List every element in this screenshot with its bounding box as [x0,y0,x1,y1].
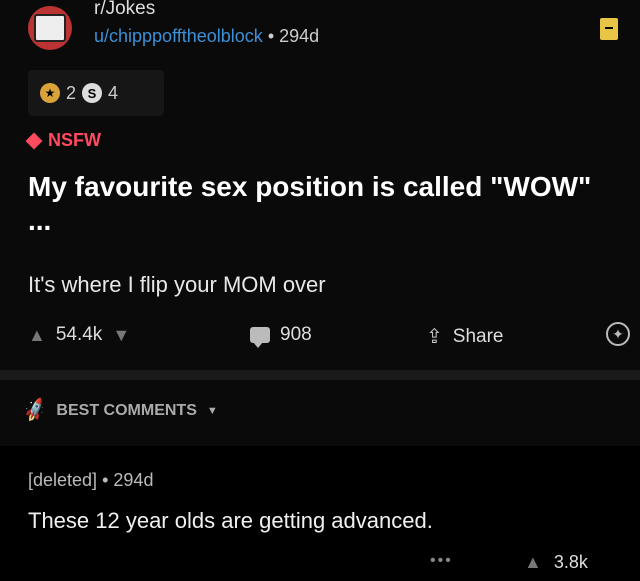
comment-upvote-count: 3.8k [553,552,588,572]
share-label: Share [452,325,504,347]
nsfw-label: NSFW [48,130,101,150]
award-count: 4 [108,82,119,103]
post-title: My favourite sex position is called "WOW… [28,171,592,236]
give-award-icon[interactable]: ✦ [606,322,630,346]
share-icon: ⇪ [426,326,443,348]
post-actions: ▲ 54.4k ▼ 908 ⇪ Share ✦ [28,320,630,356]
post-author[interactable]: u/chipppofftheolblock [94,26,263,46]
meta-separator: • [102,470,109,490]
avatar-face-icon [34,14,66,42]
nsfw-diamond-icon [25,132,43,149]
post-body: It's where I flip your MOM over [28,272,326,297]
subreddit-name[interactable]: r/Jokes [94,0,155,20]
share-button[interactable]: ⇪ Share [426,324,503,349]
vote-group: ▲ 54.4k ▼ [28,324,130,346]
upvote-icon[interactable]: ▲ [28,325,46,346]
downvote-icon[interactable]: ▼ [112,325,130,346]
sort-label: BEST COMMENTS [56,401,197,419]
comments-button[interactable]: 908 [250,324,312,348]
comment-icon [250,327,270,348]
rocket-icon: 🚀 [21,396,49,424]
subreddit-avatar[interactable] [28,6,72,50]
post-meta: u/chipppofftheolblock • 294d [94,26,319,47]
chevron-down-icon: ▼ [206,404,218,417]
comment-vote: ▲ 3.8k [524,552,588,573]
comment-age: 294d [113,470,154,490]
comment-author: [deleted] [28,470,98,490]
post-card: r/Jokes u/chipppofftheolblock • 294d ★ 2… [0,0,640,370]
awards-bar[interactable]: ★ 2 S 4 [28,70,164,116]
award-icon: ★ [40,83,60,103]
sort-dropdown[interactable]: 🚀 BEST COMMENTS ▼ [21,396,218,424]
upvote-count: 54.4k [55,324,103,345]
post-age: 294d [279,26,320,46]
comment-sort-bar: 🚀 BEST COMMENTS ▼ [0,380,640,446]
post-header: r/Jokes u/chipppofftheolblock • 294d [28,0,618,60]
bookmark-icon[interactable] [600,18,618,40]
comment-text: These 12 year olds are getting advanced. [28,508,433,533]
section-divider [0,370,640,380]
upvote-icon[interactable]: ▲ [524,552,542,573]
award-count: 2 [66,82,77,103]
comment-meta: [deleted] • 294d [28,470,153,491]
comment-item: [deleted] • 294d These 12 year olds are … [0,446,640,581]
comment-count: 908 [280,324,312,345]
silver-award-icon: S [82,83,103,103]
meta-separator: • [267,26,275,46]
more-options-icon[interactable]: ••• [430,552,453,570]
nsfw-badge: NSFW [25,130,101,151]
